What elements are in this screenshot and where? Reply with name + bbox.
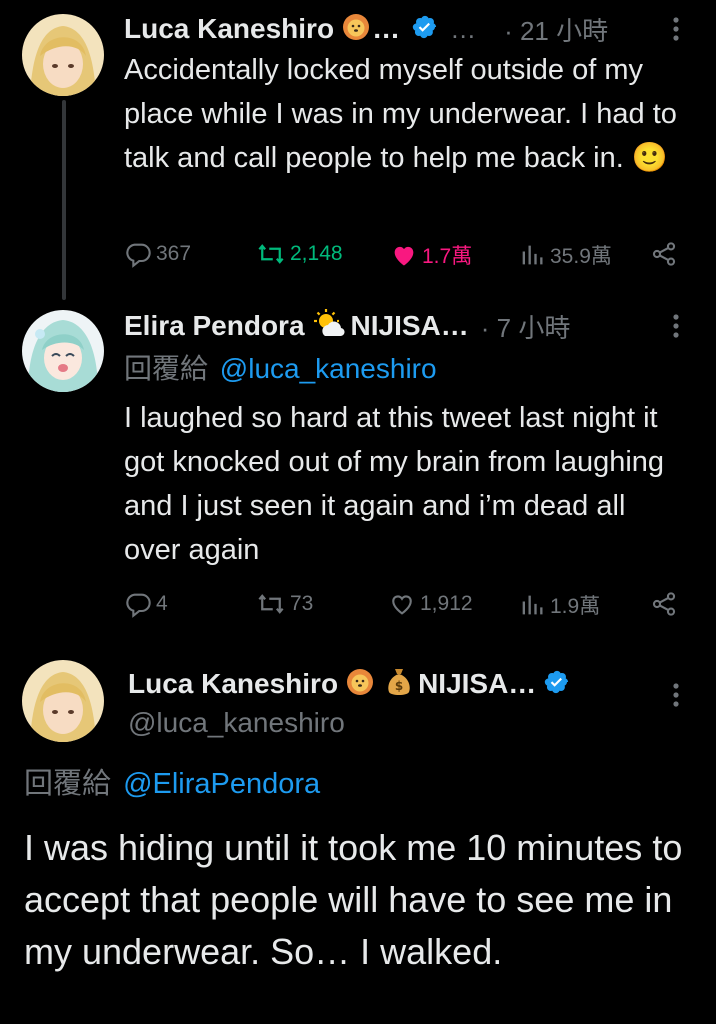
share-button[interactable]	[650, 240, 682, 268]
tweet-text: I laughed so hard at this tweet last nig…	[124, 402, 665, 566]
name-truncation: …	[450, 13, 477, 44]
name-suffix: NIJISA…	[350, 310, 469, 341]
retweet-button[interactable]: 73	[256, 590, 313, 618]
author-name[interactable]: Elira Pendora	[124, 310, 305, 342]
lion-emoji-icon	[346, 668, 374, 701]
author-name[interactable]: Luca Kaneshiro	[124, 13, 334, 45]
views-count: 1.9萬	[550, 595, 601, 618]
timestamp[interactable]: · 21 小時	[504, 11, 608, 48]
author-handle[interactable]: @luca_kaneshiro	[128, 704, 345, 742]
avatar[interactable]	[22, 660, 104, 742]
like-count: 1.7萬	[422, 245, 473, 268]
reply-button[interactable]: 367	[124, 240, 191, 268]
lion-emoji-icon	[342, 13, 370, 46]
name-suffix: NIJISA…	[418, 668, 537, 699]
like-icon	[394, 246, 414, 266]
reply-icon	[126, 593, 151, 618]
retweet-count: 73	[290, 592, 314, 615]
retweet-icon	[258, 594, 284, 614]
more-icon[interactable]	[666, 311, 686, 346]
share-button[interactable]	[650, 590, 682, 618]
reply-button[interactable]: 4	[124, 590, 168, 618]
retweet-button[interactable]: 2,148	[256, 240, 343, 268]
avatar[interactable]	[22, 310, 104, 392]
more-icon[interactable]	[666, 14, 686, 49]
share-icon	[652, 592, 676, 616]
views-button[interactable]: 35.9萬	[518, 240, 612, 270]
thread-line	[62, 100, 66, 300]
views-count: 35.9萬	[550, 245, 612, 268]
sun-cloud-emoji-icon	[313, 308, 345, 344]
like-button[interactable]: 1,912	[388, 590, 473, 618]
more-icon[interactable]	[666, 680, 686, 715]
avatar[interactable]	[22, 14, 104, 96]
tweet-text: I was hiding until it took me 10 minutes…	[24, 827, 683, 972]
retweet-icon	[258, 244, 284, 264]
views-button[interactable]: 1.9萬	[518, 590, 600, 620]
reply-prefix: 回覆給	[124, 353, 209, 384]
money-bag-emoji-icon: $	[386, 667, 412, 702]
like-icon	[392, 595, 412, 615]
svg-text:$: $	[395, 679, 403, 693]
views-icon	[522, 595, 543, 615]
views-icon	[522, 245, 543, 265]
like-count: 1,912	[420, 592, 473, 615]
name-ellipsis: …	[372, 13, 401, 44]
reply-count: 367	[156, 242, 192, 265]
reply-count: 4	[156, 592, 168, 615]
share-icon	[652, 242, 676, 266]
reply-icon	[126, 243, 151, 268]
timestamp[interactable]: · 7 小時	[481, 308, 571, 345]
retweet-count: 2,148	[290, 242, 343, 265]
like-button[interactable]: 1.7萬	[390, 240, 472, 270]
verified-icon	[544, 669, 570, 700]
reply-prefix: 回覆給	[24, 768, 112, 800]
tweet-text: Accidentally locked myself outside of my…	[124, 54, 677, 174]
reply-to-handle[interactable]: @luca_kaneshiro	[220, 353, 437, 384]
author-name[interactable]: Luca Kaneshiro	[128, 668, 338, 700]
reply-to-handle[interactable]: @EliraPendora	[123, 768, 320, 800]
verified-icon	[412, 14, 438, 45]
